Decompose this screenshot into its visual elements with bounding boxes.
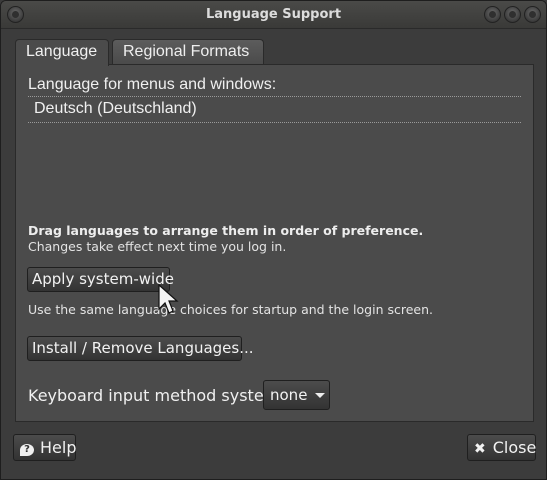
chevron-down-icon bbox=[315, 393, 326, 398]
close-label: Close bbox=[492, 438, 537, 457]
close-window-button[interactable] bbox=[524, 6, 541, 23]
keyboard-input-method-select[interactable]: none bbox=[263, 380, 330, 410]
list-divider bbox=[28, 122, 521, 123]
keyboard-input-label: Keyboard input method system: bbox=[28, 386, 285, 405]
window-title: Language Support bbox=[205, 7, 342, 22]
language-support-window: Language Support Language Regional Forma… bbox=[0, 0, 547, 480]
language-list-item[interactable]: Deutsch (Deutschland) bbox=[34, 100, 197, 118]
mouse-pointer-icon bbox=[158, 283, 179, 314]
minimize-button[interactable] bbox=[484, 6, 501, 23]
drag-hint: Drag languages to arrange them in order … bbox=[28, 223, 424, 238]
titlebar[interactable]: Language Support bbox=[1, 1, 546, 29]
close-button[interactable]: ✖ Close bbox=[467, 434, 536, 461]
install-remove-languages-button[interactable]: Install / Remove Languages... bbox=[27, 336, 254, 361]
close-icon: ✖ bbox=[474, 441, 486, 457]
maximize-button[interactable] bbox=[504, 6, 521, 23]
tab-regional-formats[interactable]: Regional Formats bbox=[112, 39, 264, 65]
language-list-label: Language for menus and windows: bbox=[28, 76, 277, 93]
apply-hint: Use the same language choices for startu… bbox=[28, 302, 433, 317]
list-divider bbox=[28, 96, 521, 97]
apply-system-wide-button[interactable]: Apply system-wide bbox=[27, 267, 174, 292]
help-label: Help bbox=[40, 438, 77, 457]
help-button[interactable]: ? Help bbox=[13, 434, 76, 461]
help-icon: ? bbox=[20, 444, 34, 456]
keyboard-input-value: none bbox=[270, 386, 308, 404]
effect-hint: Changes take effect next time you log in… bbox=[28, 239, 287, 254]
tab-language[interactable]: Language bbox=[15, 39, 109, 66]
